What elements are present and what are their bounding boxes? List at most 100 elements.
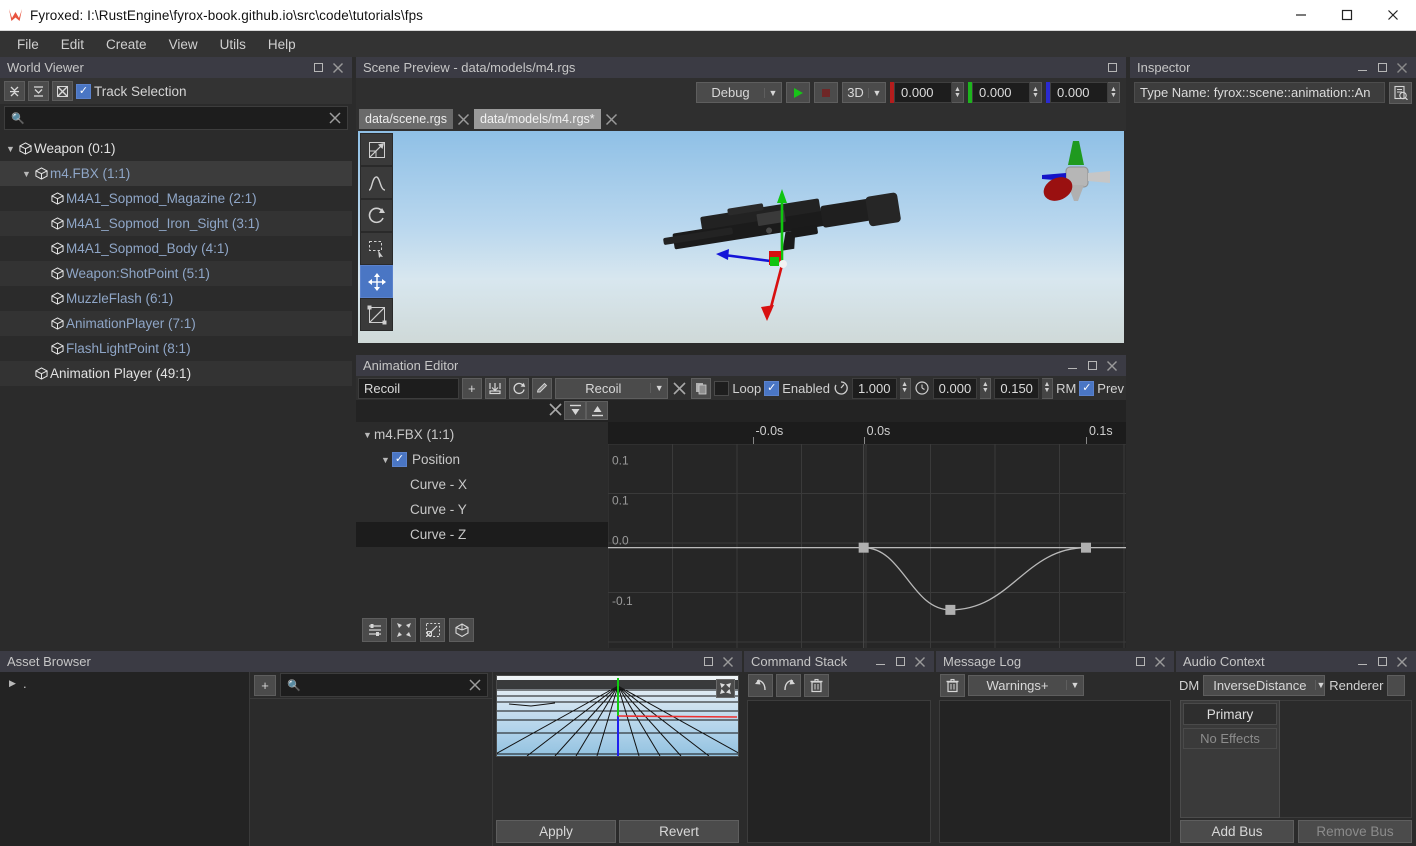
collapse-icon[interactable] [564, 401, 586, 420]
menu-view[interactable]: View [158, 34, 209, 55]
remove-track-icon[interactable] [546, 400, 564, 418]
animation-dropdown[interactable]: Recoil ▼ [555, 377, 669, 399]
menu-utils[interactable]: Utils [209, 34, 257, 55]
chevron-down-icon[interactable]: ▼ [361, 430, 374, 440]
speed-field[interactable]: 1.000 [851, 377, 897, 399]
preview-checkbox[interactable]: ✓ [1079, 380, 1095, 396]
track-selection-checkbox[interactable]: ✓ [76, 83, 91, 99]
menu-edit[interactable]: Edit [50, 34, 95, 55]
menu-help[interactable]: Help [257, 34, 307, 55]
tree-item[interactable]: MuzzleFlash (6:1) [0, 286, 352, 311]
scene-viewport[interactable] [358, 131, 1124, 343]
asset-folder-root[interactable]: ▶ . [0, 672, 249, 694]
minimize-icon[interactable] [1278, 0, 1324, 31]
tree-item[interactable]: ▼ Weapon (0:1) [0, 136, 352, 161]
animation-name-field[interactable]: Recoil [358, 377, 459, 399]
redo-icon[interactable] [776, 673, 801, 697]
expand-all-icon[interactable] [28, 81, 49, 101]
spinner-icon[interactable]: ▲ ▼ [899, 377, 911, 399]
position-z-field[interactable]: 0.000 ▲ ▼ [1046, 82, 1120, 103]
locate-selection-icon[interactable] [52, 81, 73, 101]
asset-grid[interactable] [250, 698, 492, 846]
message-filter-dropdown[interactable]: Warnings+ ▼ [968, 674, 1084, 696]
maximize-icon[interactable] [1131, 653, 1149, 671]
audio-bus-graph[interactable] [1280, 700, 1412, 818]
search-input[interactable] [27, 111, 326, 125]
maximize-icon[interactable] [891, 653, 909, 671]
close-tab-icon[interactable] [455, 109, 472, 129]
zoom-to-fit-icon[interactable] [420, 618, 445, 642]
minimize-icon[interactable] [1353, 59, 1371, 77]
scene-tab[interactable]: data/scene.rgs [359, 109, 453, 129]
track-item[interactable]: Curve - Z [356, 522, 608, 547]
asset-search-input[interactable] [303, 678, 466, 692]
chevron-down-icon[interactable]: ▼ [4, 144, 17, 154]
scale-tool-icon[interactable] [360, 133, 393, 166]
duplicate-icon[interactable] [690, 377, 712, 399]
chevron-down-icon[interactable]: ▼ [379, 455, 392, 465]
clear-search-icon[interactable] [326, 109, 344, 127]
tree-item[interactable]: FlashLightPoint (8:1) [0, 336, 352, 361]
rebind-icon[interactable] [449, 618, 474, 642]
spinner-icon[interactable]: ▲ ▼ [1108, 82, 1120, 103]
track-item[interactable]: ▼ ✓ Position [356, 447, 608, 472]
move-tool-icon[interactable] [360, 265, 393, 298]
tree-item[interactable]: Animation Player (49:1) [0, 361, 352, 386]
bus-primary[interactable]: Primary [1183, 703, 1277, 725]
maximize-icon[interactable] [309, 59, 327, 77]
track-filter-icon[interactable] [362, 618, 387, 642]
scene-tab[interactable]: data/models/m4.rgs* [474, 109, 601, 129]
terrain-tool-icon[interactable] [360, 166, 393, 199]
add-asset-button[interactable]: + [254, 674, 276, 696]
clear-search-icon[interactable] [466, 676, 484, 694]
chevron-right-icon[interactable]: ▶ [6, 678, 19, 689]
timeline-ruler[interactable]: -0.0s 0.0s 0.1s [608, 422, 1126, 444]
tree-item[interactable]: M4A1_Sopmod_Body (4:1) [0, 236, 352, 261]
asset-preview-viewport[interactable] [496, 675, 739, 757]
track-item[interactable]: Curve - X [356, 472, 608, 497]
close-icon[interactable] [1103, 357, 1121, 375]
spinner-icon[interactable]: ▲ ▼ [952, 82, 964, 103]
close-icon[interactable] [329, 59, 347, 77]
add-bus-button[interactable]: Add Bus [1180, 820, 1294, 843]
tree-item[interactable]: M4A1_Sopmod_Magazine (2:1) [0, 186, 352, 211]
track-enable-checkbox[interactable]: ✓ [392, 452, 407, 467]
menu-create[interactable]: Create [95, 34, 158, 55]
expand-icon[interactable] [586, 401, 608, 420]
distance-model-dropdown[interactable]: InverseDistance ▼ [1203, 674, 1325, 696]
asset-search[interactable]: 🔍 [280, 673, 488, 697]
renderer-dropdown[interactable] [1387, 674, 1406, 696]
spinner-icon[interactable]: ▲ ▼ [1030, 82, 1042, 103]
spinner-icon[interactable]: ▲ ▼ [980, 377, 992, 399]
tree-item[interactable]: AnimationPlayer (7:1) [0, 311, 352, 336]
loop-checkbox[interactable] [714, 380, 730, 396]
root-motion-label[interactable]: RM [1056, 381, 1076, 396]
debug-mode-dropdown[interactable]: Debug ▼ [696, 82, 782, 103]
curve-editor[interactable]: -0.0s 0.0s 0.1s 0.1 0.1 0.0 -0.1 [608, 422, 1126, 648]
minimize-icon[interactable] [1063, 357, 1081, 375]
maximize-icon[interactable] [699, 653, 717, 671]
curve-canvas[interactable]: 0.1 0.1 0.0 -0.1 [608, 444, 1126, 648]
command-stack-list[interactable] [747, 700, 931, 843]
trash-icon[interactable] [940, 673, 965, 697]
remove-animation-icon[interactable] [671, 379, 688, 397]
tree-item[interactable]: ▼ m4.FBX (1:1) [0, 161, 352, 186]
minimize-icon[interactable] [1353, 653, 1371, 671]
maximize-icon[interactable] [1373, 653, 1391, 671]
undo-icon[interactable] [748, 673, 773, 697]
maximize-icon[interactable] [1103, 59, 1121, 77]
close-tab-icon[interactable] [603, 109, 620, 129]
track-item[interactable]: Curve - Y [356, 497, 608, 522]
reimport-icon[interactable] [508, 377, 530, 399]
trash-icon[interactable] [804, 673, 829, 697]
maximize-icon[interactable] [1324, 0, 1370, 31]
close-icon[interactable] [1393, 59, 1411, 77]
revert-button[interactable]: Revert [619, 820, 739, 843]
rotate-tool-icon[interactable] [360, 199, 393, 232]
close-icon[interactable] [911, 653, 929, 671]
inspect-icon[interactable] [1389, 81, 1412, 104]
track-item[interactable]: ▼ m4.FBX (1:1) [356, 422, 608, 447]
add-animation-button[interactable]: + [461, 377, 483, 399]
maximize-icon[interactable] [1083, 357, 1101, 375]
tree-item[interactable]: Weapon:ShotPoint (5:1) [0, 261, 352, 286]
